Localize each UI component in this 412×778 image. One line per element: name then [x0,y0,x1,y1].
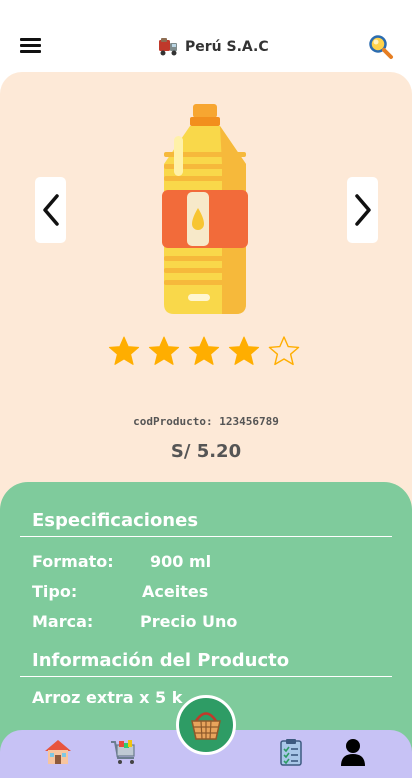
brand-name: Perú S.A.C [185,39,269,55]
previous-image-button[interactable] [35,177,66,243]
specifications-title: Especificaciones [32,510,199,531]
delivery-truck-logo-icon [159,38,177,56]
star-filled-icon[interactable] [228,334,260,368]
basket-icon [191,712,221,740]
user-icon[interactable] [338,737,368,767]
product-code: codProducto: 123456789 [0,415,412,428]
product-info-title: Información del Producto [32,650,290,671]
spec-value: Precio Uno [140,612,238,631]
divider [20,536,392,537]
hamburger-menu-icon[interactable] [20,38,41,54]
star-filled-icon[interactable] [108,334,140,368]
next-image-button[interactable] [347,177,378,243]
product-description: Arroz extra x 5 k [32,688,183,707]
product-code-value: 123456789 [219,415,279,428]
app-header: Perú S.A.C [0,0,412,72]
spec-value: 900 ml [150,552,212,571]
divider [20,676,392,677]
basket-button[interactable] [176,695,236,755]
product-price: S/ 5.20 [170,441,242,462]
oil-bottle-icon [160,104,250,316]
star-empty-icon[interactable] [268,334,300,368]
product-code-label: codProducto: [133,415,213,428]
clipboard-list-icon[interactable] [276,737,306,767]
spec-label: Tipo: [32,582,78,601]
shopping-cart-icon[interactable] [109,737,139,767]
spec-label: Formato: [32,552,114,571]
star-filled-icon[interactable] [188,334,220,368]
chevron-right-icon [354,194,371,226]
rating-stars [108,334,308,370]
brand: Perú S.A.C [158,36,269,58]
spec-row-format: Formato: 900 ml [32,552,211,571]
spec-row-brand: Marca: Precio Uno [32,612,237,631]
home-icon[interactable] [43,737,73,767]
spec-row-type: Tipo: Aceites [32,582,208,601]
chevron-left-icon [42,194,59,226]
search-magnifier-icon[interactable] [368,34,394,60]
star-filled-icon[interactable] [148,334,180,368]
spec-value: Aceites [142,582,209,601]
spec-label: Marca: [32,612,94,631]
